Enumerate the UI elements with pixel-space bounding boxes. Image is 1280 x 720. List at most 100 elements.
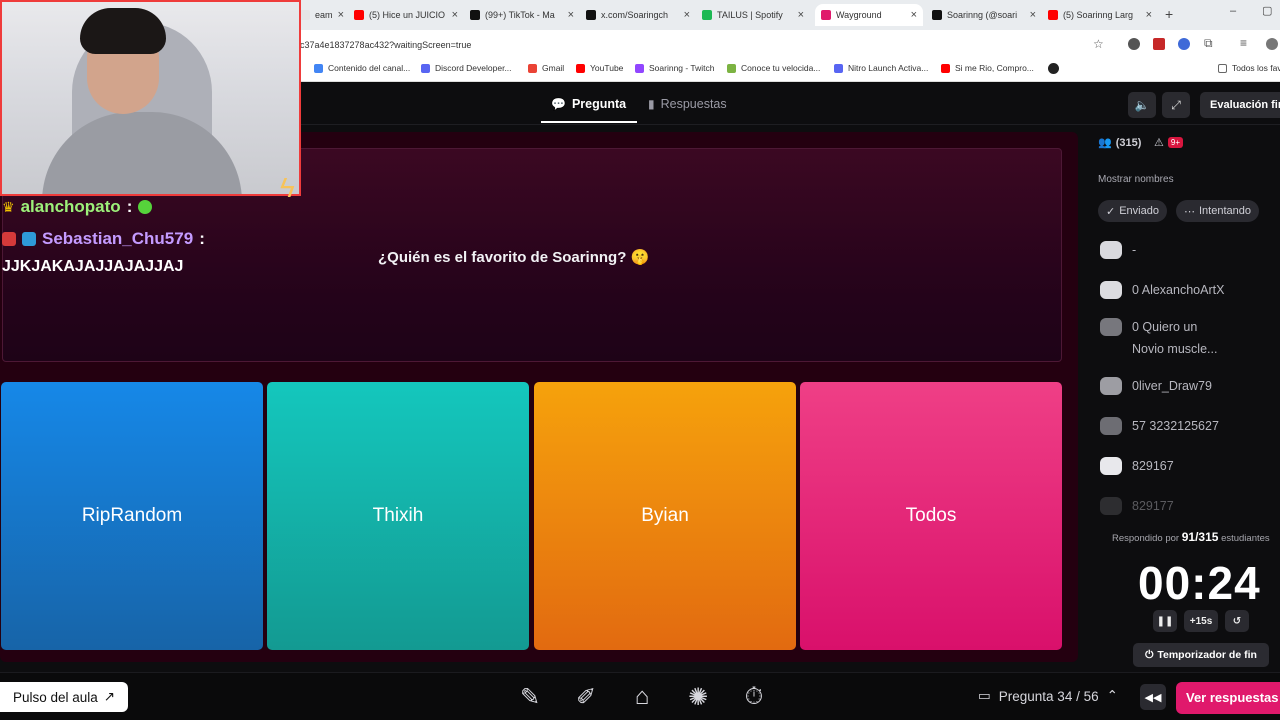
close-tab-icon[interactable]: ×: [338, 9, 344, 21]
bookmark-label: Nitro Launch Activa...: [848, 63, 929, 73]
bookmark-item[interactable]: Contenido del canal...: [314, 63, 410, 73]
tab-favicon-icon: [1048, 10, 1058, 20]
media-controls-icon[interactable]: ≡: [1240, 36, 1247, 50]
close-tab-icon[interactable]: ×: [1030, 9, 1036, 21]
bookmarks-folder[interactable]: Todos los fav: [1218, 63, 1280, 73]
webcam-overlay: [0, 0, 301, 196]
maximize-icon[interactable]: ▢: [1262, 4, 1272, 17]
volume-button[interactable]: 🔈: [1128, 92, 1156, 118]
chat-username: Sebastian_Chu579: [42, 229, 194, 248]
student-item[interactable]: 829167: [1100, 457, 1174, 475]
end-timer-button[interactable]: ⏻ Temporizador de fin: [1133, 643, 1269, 667]
tab-pregunta[interactable]: 💬 Pregunta: [551, 97, 626, 111]
browser-tab[interactable]: Wayground ×: [815, 4, 923, 26]
bookmark-item[interactable]: Soarinng - Twitch: [635, 63, 715, 73]
close-tab-icon[interactable]: ×: [798, 9, 804, 21]
close-tab-icon[interactable]: ×: [1146, 9, 1152, 21]
slides-icon: ▭: [978, 688, 991, 703]
close-tab-icon[interactable]: ×: [911, 9, 917, 21]
whiteboard-icon[interactable]: ✐: [568, 680, 604, 714]
tab-label: Soarinng (@soari: [947, 10, 1018, 20]
pause-icon: ❚❚: [1156, 615, 1174, 627]
bookmark-star-icon[interactable]: ☆: [1093, 37, 1104, 51]
answer-label: Byian: [641, 505, 689, 526]
timer-display: 00:24: [1138, 557, 1261, 609]
url-field[interactable]: c37a4e1837278ac432?waitingScreen=true: [300, 36, 1120, 54]
bookmark-favicon-icon: [834, 63, 843, 73]
student-name: -: [1132, 243, 1137, 257]
bookmark-item[interactable]: Conoce tu velocida...: [727, 63, 820, 73]
tab-favicon-icon: [470, 10, 480, 20]
see-answers-button[interactable]: Ver respuestas: [1176, 682, 1280, 714]
question-progress[interactable]: ▭ Pregunta 34 / 56 ⌃: [978, 688, 1118, 704]
spinner-wheel-icon[interactable]: ✺: [680, 680, 716, 714]
reset-icon: ↺: [1232, 615, 1242, 627]
extension-icon[interactable]: [1128, 38, 1140, 50]
fullscreen-button[interactable]: ⤢: [1162, 92, 1190, 118]
bookmark-item[interactable]: YouTube: [576, 63, 623, 73]
reset-timer-button[interactable]: ↺: [1225, 610, 1249, 632]
answer-option[interactable]: Thixih: [267, 382, 529, 650]
expand-icon: ⤢: [1171, 97, 1181, 112]
browser-tab[interactable]: (99+) TikTok - Ma ×: [470, 4, 574, 26]
student-item[interactable]: Novio muscle...: [1100, 340, 1217, 358]
minimize-icon[interactable]: –: [1230, 5, 1236, 17]
participants-count[interactable]: 👥 (315): [1098, 136, 1141, 150]
close-tab-icon[interactable]: ×: [684, 9, 690, 21]
student-item[interactable]: 0liver_Draw79: [1100, 377, 1212, 395]
browser-tab[interactable]: x.com/Soaringch ×: [586, 4, 690, 26]
class-pulse-button[interactable]: Pulso del aula ↗: [0, 682, 128, 712]
browser-tab[interactable]: (5) Hice un JUICIO ×: [354, 4, 458, 26]
pen-tool-icon[interactable]: ✎: [512, 680, 548, 714]
filter-sent[interactable]: ✓ Enviado: [1098, 200, 1167, 222]
crown-icon: ♛: [2, 198, 15, 215]
bookmark-label: Discord Developer...: [435, 63, 512, 73]
bookmark-item[interactable]: Gmail: [528, 63, 564, 73]
bookmark-item[interactable]: Discord Developer...: [421, 63, 512, 73]
globe-icon[interactable]: [1048, 63, 1059, 74]
filter-trying[interactable]: ⋯ Intentando: [1176, 200, 1259, 222]
extensions-puzzle-icon[interactable]: ⧉: [1204, 36, 1213, 51]
previous-question-button[interactable]: ◀◀: [1140, 684, 1166, 710]
student-item[interactable]: 57 3232125627: [1100, 417, 1219, 435]
emote-icon: [138, 200, 153, 214]
student-name: 0 Quiero un: [1132, 320, 1198, 334]
tab-label: TAILUS | Spotify: [717, 10, 783, 20]
student-item[interactable]: 0 AlexanchoArtX: [1100, 281, 1224, 299]
student-item[interactable]: 0 Quiero un: [1100, 318, 1197, 336]
question-text: ¿Quién es el favorito de Soarinng? 🤫: [378, 249, 650, 266]
add-time-button[interactable]: +15s: [1184, 610, 1218, 632]
close-tab-icon[interactable]: ×: [568, 9, 574, 21]
end-evaluation-button[interactable]: Evaluación fin: [1200, 92, 1280, 118]
pause-button[interactable]: ❚❚: [1153, 610, 1177, 632]
student-item[interactable]: 829177: [1100, 497, 1174, 515]
browser-tab[interactable]: Soarinng (@soari ×: [932, 4, 1036, 26]
extension-blue-icon[interactable]: [1178, 38, 1190, 50]
external-link-icon: ↗: [103, 689, 116, 704]
close-tab-icon[interactable]: ×: [452, 9, 458, 21]
classroom-icon[interactable]: ⌂: [624, 680, 660, 714]
answer-option[interactable]: RipRandom: [1, 382, 263, 650]
extension-red-icon[interactable]: [1153, 38, 1165, 50]
tab-favicon-icon: [821, 10, 831, 20]
tab-label: Wayground: [836, 10, 882, 20]
tab-respuestas[interactable]: ▮ Respuestas: [648, 97, 727, 111]
browser-tab[interactable]: eam ×: [300, 4, 344, 26]
tab-favicon-icon: [300, 10, 310, 20]
browser-tab[interactable]: (5) Soarinng Larg ×: [1048, 4, 1152, 26]
student-name: 829167: [1132, 459, 1174, 473]
answer-option[interactable]: Byian: [534, 382, 796, 650]
bookmark-item[interactable]: Si me Rio, Compro...: [941, 63, 1034, 73]
student-avatar: [1100, 417, 1122, 435]
student-item[interactable]: -: [1100, 241, 1136, 259]
show-names-toggle[interactable]: Mostrar nombres: [1098, 174, 1174, 185]
stopwatch-icon[interactable]: ⏱: [736, 680, 772, 714]
answer-option[interactable]: Todos: [800, 382, 1062, 650]
browser-tab[interactable]: TAILUS | Spotify ×: [702, 4, 804, 26]
alerts-indicator[interactable]: ⚠ 9+: [1154, 136, 1183, 149]
student-avatar: [1100, 241, 1122, 259]
users-icon: 👥: [1098, 137, 1112, 149]
new-tab-button[interactable]: +: [1165, 6, 1173, 22]
bookmark-item[interactable]: Nitro Launch Activa...: [834, 63, 928, 73]
profile-avatar[interactable]: [1266, 38, 1278, 50]
